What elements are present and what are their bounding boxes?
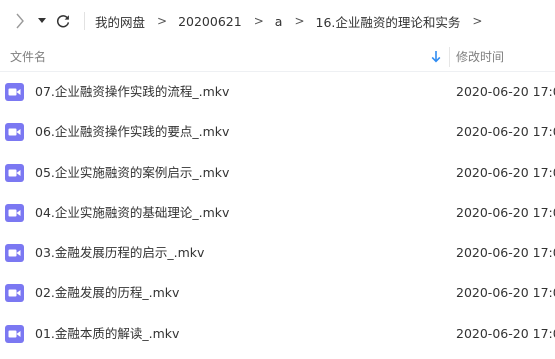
toolbar: 我的网盘 > 20200621 > a > 16.企业融资的理论和实务 > [0,0,555,42]
video-file-icon [5,123,24,142]
breadcrumb-expand-button[interactable]: > [472,14,482,28]
history-dropdown-button[interactable] [34,8,50,34]
file-row[interactable]: 07.企业融资操作实践的流程_.mkv 2020-06-20 17:09 [0,72,555,112]
video-file-icon [5,244,24,263]
back-button[interactable] [8,8,32,34]
video-file-icon [5,163,24,182]
file-name[interactable]: 02.金融发展的历程_.mkv [35,273,179,313]
file-row[interactable]: 03.金融发展历程的启示_.mkv 2020-06-20 17:09 [0,233,555,273]
file-name[interactable]: 07.企业融资操作实践的流程_.mkv [35,72,229,112]
file-modified-time: 2020-06-20 17:09 [456,204,555,220]
file-modified-time: 2020-06-20 17:09 [456,164,555,180]
file-modified-time: 2020-06-20 17:09 [456,84,555,99]
file-name[interactable]: 05.企业实施融资的案例启示_.mkv [35,153,229,193]
video-file-icon [5,324,24,343]
breadcrumb-item-20200621[interactable]: 20200621 [178,14,242,29]
chevron-right-icon [16,13,24,29]
column-header-name[interactable]: 文件名 [10,43,46,71]
file-row[interactable]: 02.金融发展的历程_.mkv 2020-06-20 17:09 [0,273,555,313]
caret-down-icon [38,18,46,23]
sort-descending-icon[interactable] [430,50,442,64]
file-list-header: 文件名 修改时间 [0,43,555,72]
refresh-icon [57,15,70,28]
file-row[interactable]: 01.金融本质的解读_.mkv 2020-06-20 17:09 [0,314,555,354]
file-modified-time: 2020-06-20 17:09 [456,285,555,301]
file-row[interactable]: 06.企业融资操作实践的要点_.mkv 2020-06-20 17:09 [0,112,555,152]
file-modified-time: 2020-06-20 17:09 [456,245,555,261]
breadcrumb-item-a[interactable]: a [275,14,283,29]
breadcrumb-item-root[interactable]: 我的网盘 [95,12,145,31]
file-list: 07.企业融资操作实践的流程_.mkv2020-06-20 17:0906.企业… [0,72,555,354]
column-resize-handle[interactable] [449,47,450,67]
file-modified-time: 2020-06-20 17:09 [456,325,555,341]
breadcrumb-separator: > [294,14,305,28]
toolbar-divider [84,12,85,30]
file-name[interactable]: 01.金融本质的解读_.mkv [35,314,179,354]
file-row[interactable]: 05.企业实施融资的案例启示_.mkv 2020-06-20 17:09 [0,153,555,193]
file-name[interactable]: 06.企业融资操作实践的要点_.mkv [35,112,229,152]
breadcrumb-separator: > [253,14,264,28]
video-file-icon [5,203,24,222]
video-file-icon [5,284,24,303]
video-file-icon [5,83,24,101]
breadcrumb-separator: > [157,14,168,28]
breadcrumb: 我的网盘 > 20200621 > a > 16.企业融资的理论和实务 > [95,0,493,42]
breadcrumb-item-current[interactable]: 16.企业融资的理论和实务 [316,12,461,31]
file-name[interactable]: 03.金融发展历程的启示_.mkv [35,233,204,273]
file-name[interactable]: 04.企业实施融资的基础理论_.mkv [35,193,229,233]
refresh-button[interactable] [52,8,74,34]
column-header-modified-time[interactable]: 修改时间 [456,43,504,71]
file-modified-time: 2020-06-20 17:09 [456,124,555,140]
file-row[interactable]: 04.企业实施融资的基础理论_.mkv 2020-06-20 17:09 [0,193,555,233]
